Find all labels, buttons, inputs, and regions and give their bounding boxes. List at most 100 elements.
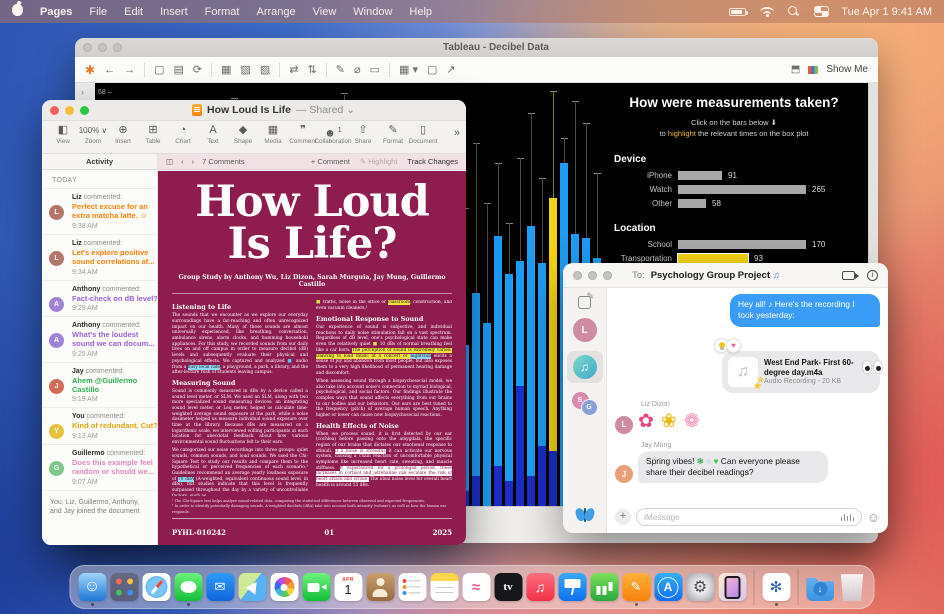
toolbar-text-button[interactable]: AText [198,123,228,145]
boxplot-bar[interactable] [482,83,493,506]
bar-row[interactable]: Transportation93 [600,254,868,264]
bar[interactable] [549,198,557,506]
bar[interactable] [678,199,706,208]
dock-item-calendar[interactable]: APR1 [334,573,363,601]
zoom-button[interactable] [113,43,122,52]
bar[interactable] [678,254,748,263]
expand-pane-icon[interactable]: › [81,87,84,97]
dock-item-music[interactable]: ♫ [526,573,555,601]
comment-text[interactable]: Kind of redundant. Cut? [72,421,158,430]
add-attachment-button[interactable]: + [615,509,631,525]
tableau-tool-icon[interactable]: ▨ [260,63,270,76]
dock-item-trash[interactable] [838,573,867,601]
dock-item-numbers[interactable] [590,573,619,601]
track-changes-button[interactable]: Track Changes [407,157,458,166]
menu-item-arrange[interactable]: Arrange [256,6,295,18]
tableau-tool-icon[interactable]: ▧ [241,63,251,76]
bar[interactable] [678,185,806,194]
comments-panel-icon[interactable]: ◫ [166,157,173,166]
group-music-avatar[interactable]: ♫ [573,355,597,379]
toolbar-zoom-button[interactable]: 100% ∨Zoom [78,123,108,145]
dock-item-reminders[interactable] [398,573,427,601]
toolbar-more-button[interactable]: » [454,123,460,139]
reminders-icon[interactable] [398,573,426,601]
comment-text[interactable]: Perfect excuse for an extra matcha latte… [72,202,158,221]
tableau-tool-icon[interactable]: ▢ [154,63,164,76]
bar[interactable] [483,323,491,506]
tableau-tool-icon[interactable]: ▤ [173,63,183,76]
tableau-tool-icon[interactable]: ▦ ▾ [399,63,418,76]
freeform-icon[interactable]: ≈ [462,573,490,601]
dock-item-facetime[interactable] [302,573,331,601]
comment-text[interactable]: Ahem @Guillermo Castillo [72,376,158,395]
boxplot-bar[interactable] [526,83,537,506]
bar[interactable] [527,226,535,506]
comment-item[interactable]: LLiz commented:Perfect excuse for an ext… [42,189,157,235]
bar[interactable] [678,171,722,180]
dock-item-appstore[interactable]: A [654,573,683,601]
control-center-icon[interactable] [814,6,827,17]
toolbar-shape-button[interactable]: ◆Shape [228,123,258,145]
heart-tapback-icon[interactable]: ♥ [726,338,741,353]
pages-window[interactable]: How Loud Is Life — Shared ⌄ ◧View100% ∨Z… [42,100,466,545]
facetime-video-button[interactable] [842,271,855,280]
dock-item-safari[interactable] [142,573,171,601]
apple-menu[interactable] [12,4,23,19]
comment-item[interactable]: GGuillermo commented:Does this example f… [42,445,157,491]
notes-icon[interactable] [430,573,458,601]
bar[interactable] [538,263,546,506]
toolbar-view-button[interactable]: ◧View [48,123,78,145]
document-page[interactable]: How Loud Is Life? Group Study by Anthony… [158,171,466,545]
boxplot-bar[interactable] [504,83,515,506]
tableau-tool-icon[interactable]: ▦ [221,63,231,76]
close-button[interactable] [573,271,582,280]
minimize-button[interactable] [65,106,74,115]
tableau-tool-icon[interactable]: ⇅ [308,63,317,76]
bar[interactable] [494,236,502,506]
comment-text[interactable]: What's the loudest sound we can docum... [72,330,158,349]
dock-item-messages[interactable] [174,573,203,601]
toolbar-media-button[interactable]: ▦Media [258,123,288,145]
wifi-icon[interactable] [760,7,774,17]
iphone-icon[interactable] [718,573,746,601]
dock-item-tableau[interactable]: ✻ [762,573,791,601]
comment-item[interactable]: AAnthony commented:Fact-check on dB leve… [42,281,157,317]
dock-item-notes[interactable] [430,573,459,601]
messages-window[interactable]: To: Psychology Group Project ♫ i L ♫ SG … [563,263,888,533]
menu-item-file[interactable]: File [89,6,107,18]
audio-message-icon[interactable] [841,514,855,522]
dock-item-keynote[interactable] [558,573,587,601]
tableau-icon[interactable]: ✻ [762,573,790,601]
finder-icon[interactable]: ☺ [78,573,106,601]
menu-item-help[interactable]: Help [409,6,432,18]
tableau-tool-icon[interactable]: ↗ [446,63,455,76]
toolbar-insert-button[interactable]: ⊕Insert [108,123,138,145]
selected-conversation[interactable]: ♫ [567,351,603,383]
message-input-row[interactable]: + iMessage ☺ [615,508,880,526]
received-message-bubble[interactable]: Spring vibes! ❃ ○ ♥ Can everyone please … [638,451,828,484]
app-menu-pages[interactable]: Pages [40,6,72,18]
toolbar-format-button[interactable]: ✎Format [378,123,408,145]
tableau-tool-icon[interactable]: ▭ [370,63,380,76]
comment-item[interactable]: LLiz commented:Let's explore positive so… [42,235,157,281]
conversation-avatar-pair[interactable]: SG [572,392,598,416]
trash-icon[interactable] [838,573,866,601]
boxplot-bar[interactable] [493,83,504,506]
maps-icon[interactable] [238,573,266,601]
bar[interactable] [505,274,513,506]
bar-row[interactable]: Watch265 [600,185,868,195]
toolbar-chart-button[interactable]: ◔Chart [168,123,198,145]
bar[interactable] [472,293,480,506]
tableau-toolbar[interactable]: ✱ ←→▢▤⟳▦▧▨⇄⇅✎⌀▭▦ ▾▢↗ ⬒ Show Me [75,57,878,83]
tableau-logo-icon[interactable]: ✱ [85,63,95,77]
conversation-avatar[interactable]: L [573,318,597,342]
settings-icon[interactable]: ⚙ [686,573,714,601]
tableau-titlebar[interactable]: Tableau - Decibel Data [75,38,878,57]
chat-transcript[interactable]: Hey all! ♪ Here's the recording I took y… [607,288,888,533]
dock-item-launchpad[interactable] [110,573,139,601]
comment-item[interactable]: AAnthony commented:What's the loudest so… [42,317,157,363]
tableau-tool-icon[interactable]: ▢ [427,63,437,76]
add-comment-button[interactable]: + Comment [311,157,350,166]
minimize-button[interactable] [98,43,107,52]
tableau-tool-icon[interactable]: ✎ [336,63,345,76]
